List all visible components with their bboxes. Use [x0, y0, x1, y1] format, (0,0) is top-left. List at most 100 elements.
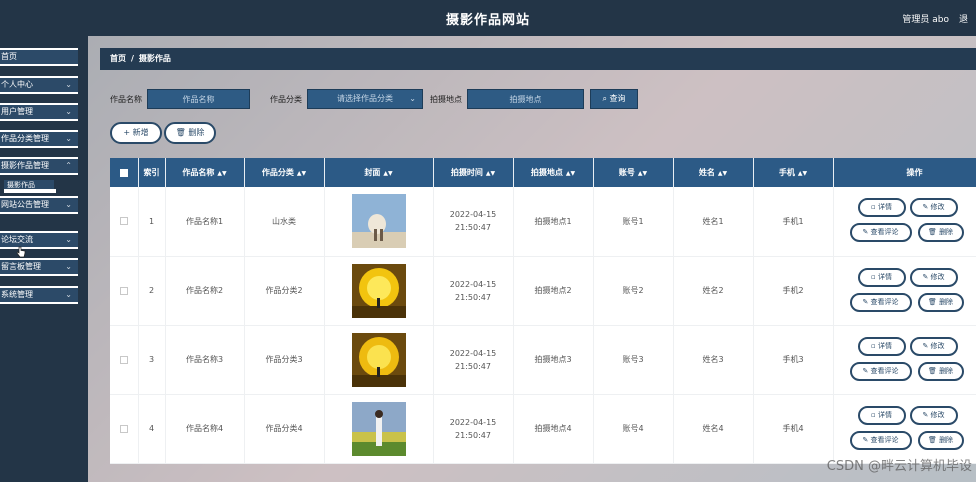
watermark: CSDN @畔云计算机毕设 [826, 459, 972, 474]
breadcrumb: 首页 / 摄影作品 [100, 48, 976, 70]
sidebar-item-works[interactable]: 摄影作品管理 ⌃ [0, 157, 78, 175]
logout-link[interactable]: 退 [959, 15, 968, 25]
chevron-down-icon: ⌄ [65, 290, 72, 299]
sort-icon: ▲▼ [717, 170, 728, 177]
row-category: 作品分类2 [244, 256, 325, 326]
site-title: 摄影作品网站 [445, 13, 530, 28]
detail-button[interactable]: ▫ 详情 [857, 405, 906, 425]
edit-button[interactable]: ✎ 修改 [909, 267, 958, 287]
edit-icon: ✎ [862, 228, 869, 237]
sidebar-item-users[interactable]: 用户管理 ⌄ [0, 103, 78, 121]
sidebar-item-label: 个人中心 [1, 80, 33, 89]
location-input[interactable] [467, 89, 584, 109]
col-name[interactable]: 作品名称 ▲▼ [165, 158, 245, 187]
sidebar-item-forum[interactable]: 论坛交流 ⌄ [0, 231, 78, 249]
trash-icon: 🗑 [927, 228, 937, 237]
col-label: 拍摄地点 [530, 168, 563, 177]
row-category: 作品分类3 [244, 325, 325, 395]
detail-button[interactable]: ▫ 详情 [857, 336, 906, 356]
edit-icon: ✎ [922, 341, 929, 350]
edit-button[interactable]: ✎ 修改 [909, 405, 958, 425]
sidebar-item-label: 系统管理 [1, 290, 33, 299]
col-phone[interactable]: 手机 ▲▼ [753, 158, 834, 187]
sidebar-item-label: 论坛交流 [1, 235, 33, 244]
view-comments-label: 查看评论 [870, 297, 899, 306]
trash-icon: 🗑 [927, 366, 937, 375]
row-cover [324, 187, 434, 257]
row-select-cell [110, 325, 139, 395]
row-checkbox[interactable] [119, 424, 128, 433]
view-comments-button[interactable]: ✎ 查看评论 [849, 292, 912, 312]
sidebar: 首页 个人中心 ⌄ 用户管理 ⌄ 作品分类管理 ⌄ 摄影作品管理 ⌃ 摄影作品 网站公告… [0, 36, 88, 482]
edit-button[interactable]: ✎ 修改 [909, 336, 958, 356]
detail-button[interactable]: ▫ 详情 [857, 267, 906, 287]
detail-button[interactable]: ▫ 详情 [857, 198, 906, 218]
breadcrumb-home[interactable]: 首页 [110, 54, 126, 63]
sort-icon: ▲▼ [296, 170, 307, 177]
batch-delete-button[interactable]: 🗑 删除 [164, 122, 216, 144]
col-label: 封面 [364, 168, 381, 177]
chevron-down-icon: ⌄ [65, 107, 72, 116]
row-checkbox[interactable] [119, 355, 128, 364]
chevron-down-icon: ⌄ [65, 134, 72, 143]
row-delete-label: 删除 [939, 366, 954, 375]
works-table: 索引 作品名称 ▲▼ 作品分类 ▲▼ 封面 ▲▼ 拍摄时间 ▲▼ 拍摄地点 ▲▼ 账号 ▲▼… [110, 158, 976, 464]
breadcrumb-current: 摄影作品 [138, 54, 171, 63]
col-category[interactable]: 作品分类 ▲▼ [244, 158, 325, 187]
col-location[interactable]: 拍摄地点 ▲▼ [513, 158, 594, 187]
sidebar-item-system[interactable]: 系统管理 ⌄ [0, 286, 78, 304]
add-button[interactable]: + 新增 [110, 122, 162, 144]
row-account: 账号2 [593, 256, 674, 326]
cover-image [351, 194, 406, 249]
edit-button[interactable]: ✎ 修改 [909, 198, 958, 218]
category-label: 作品分类 [270, 95, 302, 104]
col-account[interactable]: 账号 ▲▼ [593, 158, 674, 187]
edit-icon: ✎ [862, 435, 869, 444]
row-delete-button[interactable]: 🗑 删除 [917, 361, 964, 381]
row-index: 1 [138, 187, 166, 257]
select-all-checkbox[interactable] [119, 168, 128, 177]
sort-icon: ▲▼ [797, 170, 808, 177]
col-index: 索引 [138, 158, 166, 187]
row-checkbox[interactable] [119, 286, 128, 295]
chevron-down-icon: ⌄ [65, 80, 72, 89]
sidebar-item-home[interactable]: 首页 [0, 48, 78, 66]
sort-icon: ▲▼ [565, 170, 576, 177]
row-category: 作品分类4 [244, 394, 325, 464]
chevron-down-icon: ⌄ [65, 200, 72, 209]
category-select-value: 请选择作品分类 [337, 94, 393, 103]
table-row: 4 作品名称4 作品分类4 2022-04-15 21:50:47 拍摄地点4 账号4 姓名… [110, 394, 976, 464]
row-delete-button[interactable]: 🗑 删除 [917, 430, 964, 450]
row-delete-button[interactable]: 🗑 删除 [917, 292, 964, 312]
col-person[interactable]: 姓名 ▲▼ [673, 158, 754, 187]
sidebar-item-label: 首页 [1, 52, 17, 61]
row-actions: ▫ 详情 ✎ 修改 ✎ 查看评论 🗑 删除 [833, 256, 976, 326]
search-button[interactable]: ⌕ 查询 [590, 89, 638, 109]
trash-icon: 🗑 [175, 128, 186, 137]
col-label: 手机 [778, 168, 795, 177]
add-button-label: 新增 [132, 128, 149, 137]
sidebar-item-category[interactable]: 作品分类管理 ⌄ [0, 130, 78, 148]
category-select[interactable]: 请选择作品分类 ⌄ [307, 89, 423, 109]
name-input[interactable] [147, 89, 250, 109]
row-checkbox[interactable] [119, 217, 128, 226]
row-delete-button[interactable]: 🗑 删除 [917, 223, 964, 243]
row-delete-label: 删除 [939, 297, 954, 306]
row-action-group: ▫ 详情 ✎ 修改 ✎ 查看评论 🗑 删除 [849, 405, 976, 452]
sidebar-item-label: 摄影作品管理 [1, 161, 49, 170]
col-cover[interactable]: 封面 ▲▼ [324, 158, 434, 187]
col-label: 作品分类 [261, 168, 294, 177]
breadcrumb-separator: / [131, 54, 134, 63]
col-actions: 操作 [833, 158, 976, 187]
sidebar-item-notice[interactable]: 网站公告管理 ⌄ [0, 196, 78, 214]
sidebar-item-messages[interactable]: 留言板管理 ⌄ [0, 258, 78, 276]
sidebar-item-profile[interactable]: 个人中心 ⌄ [0, 76, 78, 94]
view-comments-button[interactable]: ✎ 查看评论 [849, 361, 912, 381]
col-time[interactable]: 拍摄时间 ▲▼ [433, 158, 514, 187]
batch-delete-label: 删除 [188, 128, 205, 137]
edit-icon: ✎ [862, 297, 869, 306]
view-comments-button[interactable]: ✎ 查看评论 [849, 430, 912, 450]
row-time: 2022-04-15 21:50:47 [433, 187, 514, 257]
cover-image [351, 263, 406, 318]
view-comments-button[interactable]: ✎ 查看评论 [849, 223, 912, 243]
